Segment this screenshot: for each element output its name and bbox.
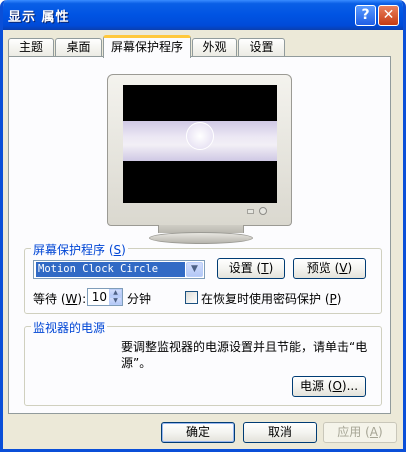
apply-button-accel: A [369, 425, 379, 439]
tab-settings[interactable]: 设置 [238, 38, 285, 56]
wait-minutes-input[interactable]: 10 [87, 288, 109, 306]
tab-themes[interactable]: 主题 [8, 38, 54, 56]
wait-spinner[interactable]: ▲ ▼ [109, 288, 123, 306]
power-button-accel: O [332, 379, 342, 393]
ok-button[interactable]: 确定 [161, 422, 235, 443]
password-label-accel: P [329, 292, 337, 306]
power-description: 要调整监视器的电源设置并且节能，请单击“电源”。 [121, 340, 368, 370]
screensaver-group-label: 屏幕保护程序 [33, 243, 106, 257]
password-checkbox[interactable] [185, 291, 198, 304]
preview-button-accel: V [339, 261, 348, 275]
power-led-icon [259, 207, 267, 215]
tab-appearance[interactable]: 外观 [192, 38, 237, 56]
tab-desktop[interactable]: 桌面 [55, 38, 102, 56]
apply-button[interactable]: 应用 (A) [323, 422, 397, 443]
minutes-label: 分钟 [127, 292, 152, 306]
screensaver-preview-screen [123, 85, 277, 203]
monitor-stand-base [149, 232, 253, 244]
wait-label: 等待 (W): [33, 292, 87, 306]
window-title: 显示 属性 [8, 10, 70, 25]
tab-screensaver[interactable]: 屏幕保护程序 [103, 35, 191, 58]
preview-button-label: 预览 [306, 261, 331, 275]
spin-down-icon[interactable]: ▼ [109, 297, 122, 305]
screensaver-select[interactable]: Motion Clock Circle ▼ [33, 260, 205, 279]
screensaver-group-title: 屏幕保护程序 (S) [31, 241, 128, 258]
screensaver-settings-button[interactable]: 设置 (T) [217, 258, 285, 279]
spin-up-icon[interactable]: ▲ [109, 289, 122, 297]
power-button-label: 电源 [299, 379, 324, 393]
wait-label-accel: W [65, 292, 78, 306]
power-button[interactable]: 电源 (O)... [292, 376, 366, 397]
tab-strip: 主题 桌面 屏幕保护程序 外观 设置 [8, 35, 398, 58]
wait-label-text: 等待 [33, 292, 58, 306]
password-label[interactable]: 在恢复时使用密码保护 (P) [201, 290, 341, 307]
screensaver-group-accel: S [113, 243, 122, 257]
cancel-button[interactable]: 取消 [243, 422, 317, 443]
monitor-button-icon [247, 209, 254, 214]
screensaver-select-value: Motion Clock Circle [35, 261, 186, 278]
settings-button-accel: T [261, 261, 269, 275]
power-group-title: 监视器的电源 [31, 319, 108, 336]
password-label-text: 在恢复时使用密码保护 [201, 292, 322, 306]
settings-button-label: 设置 [228, 261, 253, 275]
preview-button[interactable]: 预览 (V) [293, 258, 366, 279]
title-bar[interactable]: 显示 属性 ? ✕ [3, 0, 403, 30]
clock-circle-icon [186, 122, 214, 150]
apply-button-label: 应用 [337, 425, 362, 439]
chevron-down-icon[interactable]: ▼ [186, 262, 203, 277]
help-button[interactable]: ? [355, 5, 376, 26]
close-button[interactable]: ✕ [378, 5, 399, 26]
